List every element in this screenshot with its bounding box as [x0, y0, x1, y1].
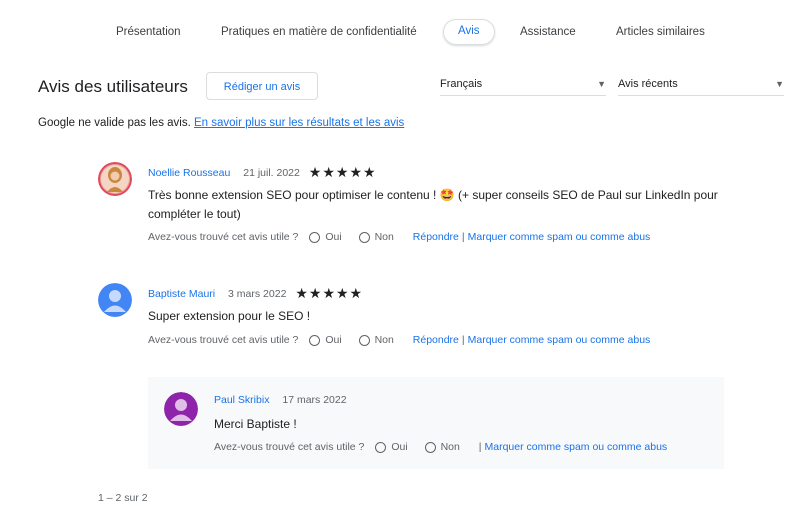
- review-text: Super extension pour le SEO !: [148, 309, 311, 323]
- yes-label: Oui: [325, 334, 342, 346]
- helpful-no-radio[interactable]: Non: [358, 231, 394, 243]
- star-rating: ★★★★★: [295, 285, 364, 301]
- reply-link[interactable]: Répondre: [413, 231, 459, 243]
- tab-support[interactable]: Assistance: [520, 20, 576, 44]
- report-spam-link[interactable]: Marquer comme spam ou comme abus: [468, 334, 651, 346]
- star-rating: ★★★★★: [308, 164, 377, 180]
- helpful-yes-radio[interactable]: Oui: [309, 334, 342, 346]
- report-spam-link[interactable]: Marquer comme spam ou comme abus: [468, 231, 651, 243]
- review-meta: Noellie Rousseau 21 juil. 2022 ★★★★★: [148, 164, 377, 181]
- no-label: Non: [440, 441, 460, 453]
- helpful-row: Avez-vous trouvé cet avis utile ? Oui No…: [214, 441, 667, 453]
- review-meta: Baptiste Mauri 3 mars 2022 ★★★★★: [148, 285, 363, 302]
- chevron-down-icon: ▼: [775, 79, 784, 89]
- reply-date: 17 mars 2022: [282, 394, 347, 406]
- helpful-question: Avez-vous trouvé cet avis utile ?: [214, 441, 365, 453]
- helpful-no-radio[interactable]: Non: [358, 334, 394, 346]
- radio-icon: [375, 442, 387, 453]
- separator: |: [461, 231, 465, 243]
- reviews-notice: Google ne valide pas les avis. En savoir…: [38, 117, 404, 129]
- radio-icon: [424, 442, 436, 453]
- radio-icon: [309, 232, 321, 243]
- tab-related-items[interactable]: Articles similaires: [616, 20, 705, 44]
- no-label: Non: [374, 231, 394, 243]
- tab-privacy-practices[interactable]: Pratiques en matière de confidentialité: [221, 20, 417, 44]
- separator: |: [478, 441, 482, 453]
- reply-link[interactable]: Répondre: [413, 334, 459, 346]
- section-title: Avis des utilisateurs: [38, 77, 188, 96]
- learn-more-link[interactable]: En savoir plus sur les résultats et les …: [194, 117, 404, 129]
- avatar: [98, 283, 132, 317]
- sort-select-value: Avis récents: [618, 78, 678, 90]
- sort-select[interactable]: Avis récents ▼: [618, 72, 784, 96]
- reply-text: Merci Baptiste !: [214, 417, 297, 431]
- yes-label: Oui: [391, 441, 408, 453]
- helpful-row: Avez-vous trouvé cet avis utile ? Oui No…: [148, 231, 650, 243]
- radio-icon: [309, 335, 321, 346]
- developer-reply: Paul Skribix 17 mars 2022 Merci Baptiste…: [148, 377, 724, 469]
- helpful-question: Avez-vous trouvé cet avis utile ?: [148, 334, 299, 346]
- notice-text: Google ne valide pas les avis.: [38, 117, 191, 129]
- tab-presentation[interactable]: Présentation: [116, 20, 181, 44]
- avatar: [98, 162, 132, 196]
- reply-author[interactable]: Paul Skribix: [214, 394, 269, 406]
- tab-reviews[interactable]: Avis: [443, 19, 495, 45]
- review-date: 21 juil. 2022: [243, 167, 300, 179]
- review-author[interactable]: Baptiste Mauri: [148, 288, 215, 300]
- pagination-label: 1 – 2 sur 2: [98, 492, 148, 504]
- yes-label: Oui: [325, 231, 342, 243]
- tab-bar: Présentation Pratiques en matière de con…: [0, 19, 800, 45]
- helpful-row: Avez-vous trouvé cet avis utile ? Oui No…: [148, 334, 650, 346]
- review-date: 3 mars 2022: [228, 288, 287, 300]
- helpful-no-radio[interactable]: Non: [424, 441, 460, 453]
- avatar: [164, 392, 198, 426]
- chevron-down-icon: ▼: [597, 79, 606, 89]
- helpful-yes-radio[interactable]: Oui: [309, 231, 342, 243]
- write-review-button[interactable]: Rédiger un avis: [206, 72, 318, 100]
- language-select[interactable]: Français ▼: [440, 72, 606, 96]
- review-text: Très bonne extension SEO pour optimiser …: [148, 188, 718, 221]
- radio-icon: [358, 335, 370, 346]
- review-author[interactable]: Noellie Rousseau: [148, 167, 230, 179]
- report-spam-link[interactable]: Marquer comme spam ou comme abus: [485, 441, 668, 453]
- language-select-value: Français: [440, 78, 483, 90]
- helpful-yes-radio[interactable]: Oui: [375, 441, 408, 453]
- helpful-question: Avez-vous trouvé cet avis utile ?: [148, 231, 299, 243]
- no-label: Non: [374, 334, 394, 346]
- separator: |: [461, 334, 465, 346]
- radio-icon: [358, 232, 370, 243]
- reply-meta: Paul Skribix 17 mars 2022: [214, 394, 353, 406]
